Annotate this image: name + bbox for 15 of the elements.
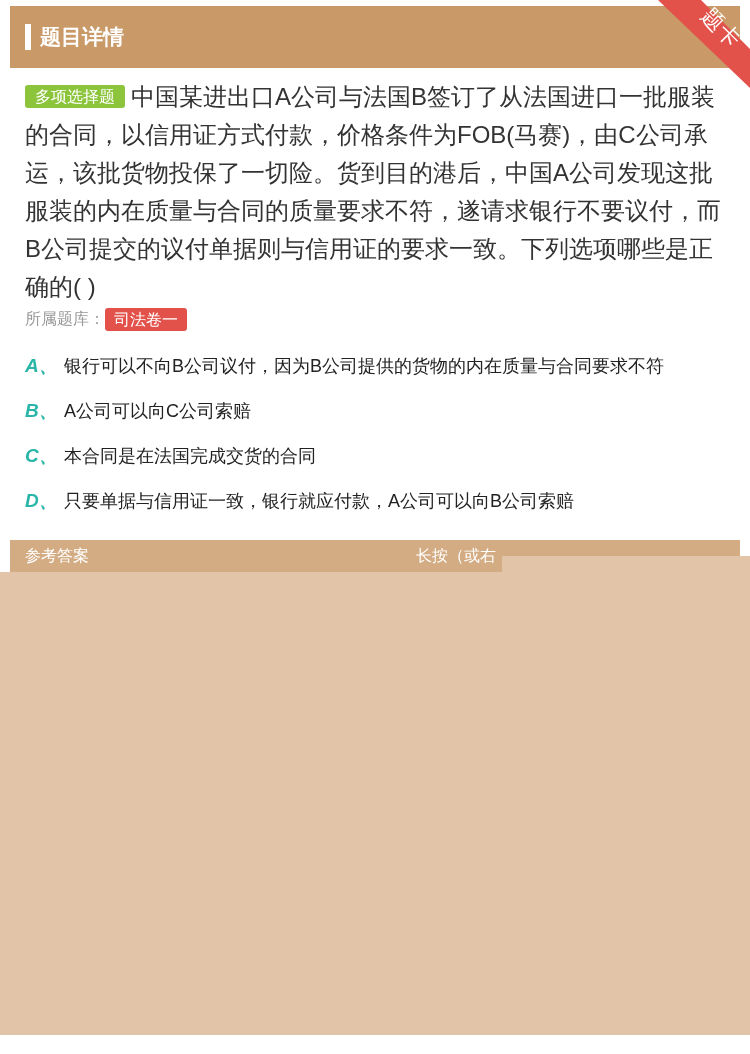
- option-text: 银行可以不向B公司议付，因为B公司提供的货物的内在质量与合同要求不符: [64, 355, 664, 378]
- option-letter: D、: [25, 489, 59, 513]
- title-marker: [25, 24, 31, 50]
- page-title: 题目详情: [40, 24, 124, 50]
- option-text: A公司可以向C公司索赔: [64, 400, 251, 423]
- option-letter: C、: [25, 444, 59, 468]
- option-text: 只要单据与信用证一致，银行就应付款，A公司可以向B公司索赔: [64, 490, 574, 513]
- option-letter: A、: [25, 354, 59, 378]
- question-type-tag: 多项选择题: [25, 85, 125, 108]
- option-letter: B、: [25, 399, 59, 423]
- hint-text: 长按（或右: [416, 545, 496, 566]
- bank-label: 所属题库：: [25, 309, 105, 329]
- answer-title: 参考答案: [25, 545, 89, 566]
- option-text: 本合同是在法国完成交货的合同: [64, 445, 316, 468]
- bank-tag: 司法卷一: [105, 308, 187, 331]
